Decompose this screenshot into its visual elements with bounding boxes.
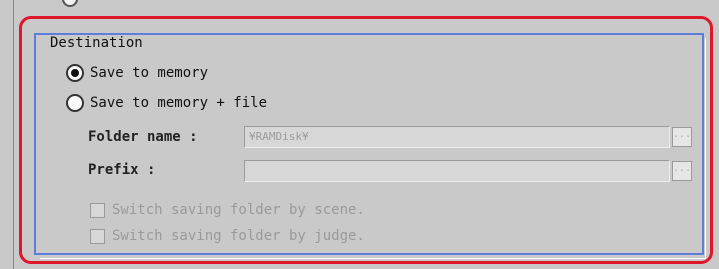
panel-left-divider (13, 0, 14, 269)
folder-browse-button[interactable]: ... (672, 127, 692, 147)
switch-by-judge-label: Switch saving folder by judge. (112, 228, 365, 244)
folder-name-input[interactable]: ¥RAMDisk¥ (244, 126, 670, 148)
switch-by-judge-option[interactable]: Switch saving folder by judge. (90, 226, 365, 246)
switch-by-judge-checkbox[interactable] (90, 228, 105, 244)
folder-name-label: Folder name : (88, 129, 198, 145)
destination-group-title: Destination (46, 35, 147, 51)
save-to-memory-radio[interactable] (66, 64, 84, 82)
save-to-memory-file-radio[interactable] (66, 94, 84, 112)
save-to-memory-option[interactable]: Save to memory (66, 62, 208, 84)
save-to-memory-file-option[interactable]: Save to memory + file (66, 92, 267, 114)
switch-by-scene-label: Switch saving folder by scene. (112, 202, 365, 218)
prefix-browse-button[interactable]: ... (672, 161, 692, 181)
switch-by-scene-checkbox[interactable] (90, 202, 105, 218)
save-to-memory-file-label: Save to memory + file (90, 95, 268, 111)
prefix-input[interactable] (244, 160, 670, 182)
save-to-memory-label: Save to memory (90, 65, 209, 81)
previous-section-strip (0, 0, 719, 14)
previous-radio-button[interactable] (62, 0, 78, 7)
switch-by-scene-option[interactable]: Switch saving folder by scene. (90, 200, 365, 220)
prefix-label: Prefix : (88, 162, 156, 178)
